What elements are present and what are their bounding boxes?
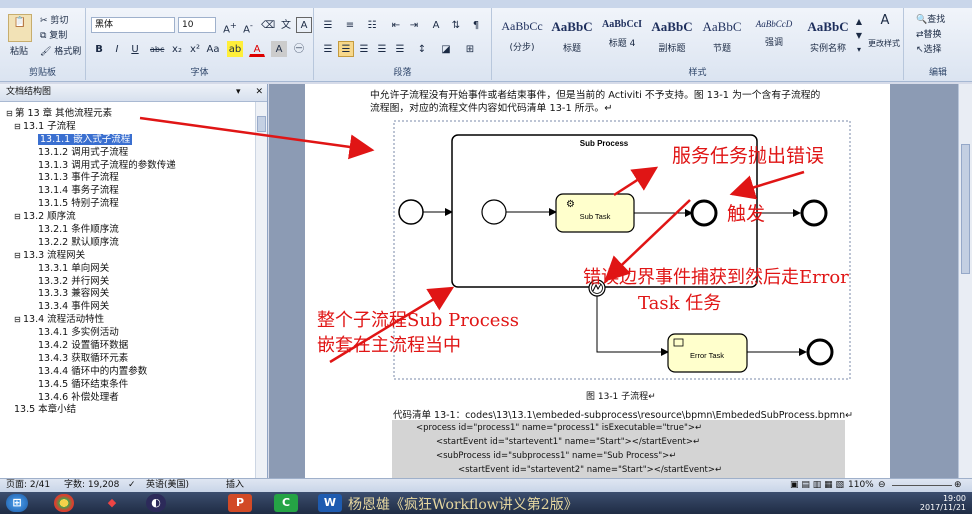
- language-indicator[interactable]: 英语(美国): [146, 479, 189, 492]
- code-listing-title: 代码清单 13-1：codes\13\13.1\embeded-subproce…: [393, 410, 854, 421]
- end-event-main: [800, 199, 828, 227]
- taskbar: ⊞ ◆ ◐ P C W 杨恩雄《疯狂Workflow讲义第2版》 19:00 2…: [0, 492, 972, 514]
- error-task-label: Error Task: [690, 351, 724, 360]
- end-event-sub: [690, 199, 718, 227]
- figure-caption: 图 13-1 子流程↵: [586, 392, 656, 402]
- camtasia-icon[interactable]: C: [274, 494, 298, 512]
- word-icon[interactable]: W: [318, 494, 342, 512]
- service-task-gear-icon: ⚙: [566, 199, 575, 210]
- annotation-trigger: 触发: [727, 203, 766, 225]
- annotation-boundary-line-1: 错误边界事件捕获到然后走Error: [583, 267, 849, 288]
- document-vertical-scrollbar[interactable]: [958, 84, 972, 478]
- word-count[interactable]: 字数: 19,208: [64, 479, 119, 492]
- annotation-nested-line-2: 嵌套在主流程当中: [317, 335, 461, 356]
- eclipse-icon[interactable]: ◐: [146, 494, 166, 512]
- chrome-icon[interactable]: [54, 494, 74, 512]
- code-line-3: <subProcess id="subprocess1" name="Sub P…: [436, 451, 677, 461]
- zoom-out-icon[interactable]: ⊖: [878, 479, 886, 492]
- end-event-error: [806, 338, 834, 366]
- page-indicator[interactable]: 页面: 2/41: [6, 479, 50, 492]
- proofing-icon[interactable]: ✓: [128, 479, 136, 492]
- annotation-service-error: 服务任务抛出错误: [672, 145, 825, 167]
- annotation-boundary-line-2: Task 任务: [638, 293, 722, 314]
- view-buttons[interactable]: ▣ ▤ ▥ ▦ ▧: [790, 479, 844, 492]
- clock-time: 19:00: [942, 494, 966, 503]
- zoom-slider[interactable]: [892, 485, 952, 486]
- insert-mode[interactable]: 插入: [226, 479, 244, 492]
- start-event-main: [398, 199, 424, 225]
- code-line-1: <process id="process1" name="process1" i…: [416, 423, 703, 433]
- status-bar: 页面: 2/41 字数: 19,208 ✓ 英语(美国) 插入 ▣ ▤ ▥ ▦ …: [0, 478, 972, 492]
- app-icon-red[interactable]: ◆: [100, 494, 124, 512]
- sub-task-label: Sub Task: [580, 212, 611, 221]
- code-line-2: <startEvent id="startevent1" name="Start…: [436, 437, 701, 447]
- taskbar-window-title[interactable]: 杨恩雄《疯狂Workflow讲义第2版》: [348, 494, 578, 514]
- start-button-icon[interactable]: ⊞: [6, 494, 28, 512]
- scrollbar-thumb[interactable]: [961, 144, 970, 274]
- system-tray-clock[interactable]: 19:00 2017/11/21: [920, 494, 966, 512]
- zoom-level[interactable]: 110%: [848, 479, 874, 492]
- code-block: <process id="process1" name="process1" i…: [392, 420, 845, 478]
- start-event-sub: [481, 199, 507, 225]
- code-line-4: <startEvent id="startevent2" name="Start…: [458, 465, 723, 475]
- annotation-nested-line-1: 整个子流程Sub Process: [317, 310, 519, 331]
- annotation-arrow-nav-to-diagram: [139, 116, 375, 160]
- zoom-in-icon[interactable]: ⊕: [954, 479, 962, 492]
- powerpoint-icon[interactable]: P: [228, 494, 252, 512]
- subprocess-label: Sub Process: [580, 139, 629, 148]
- clock-date: 2017/11/21: [919, 503, 966, 512]
